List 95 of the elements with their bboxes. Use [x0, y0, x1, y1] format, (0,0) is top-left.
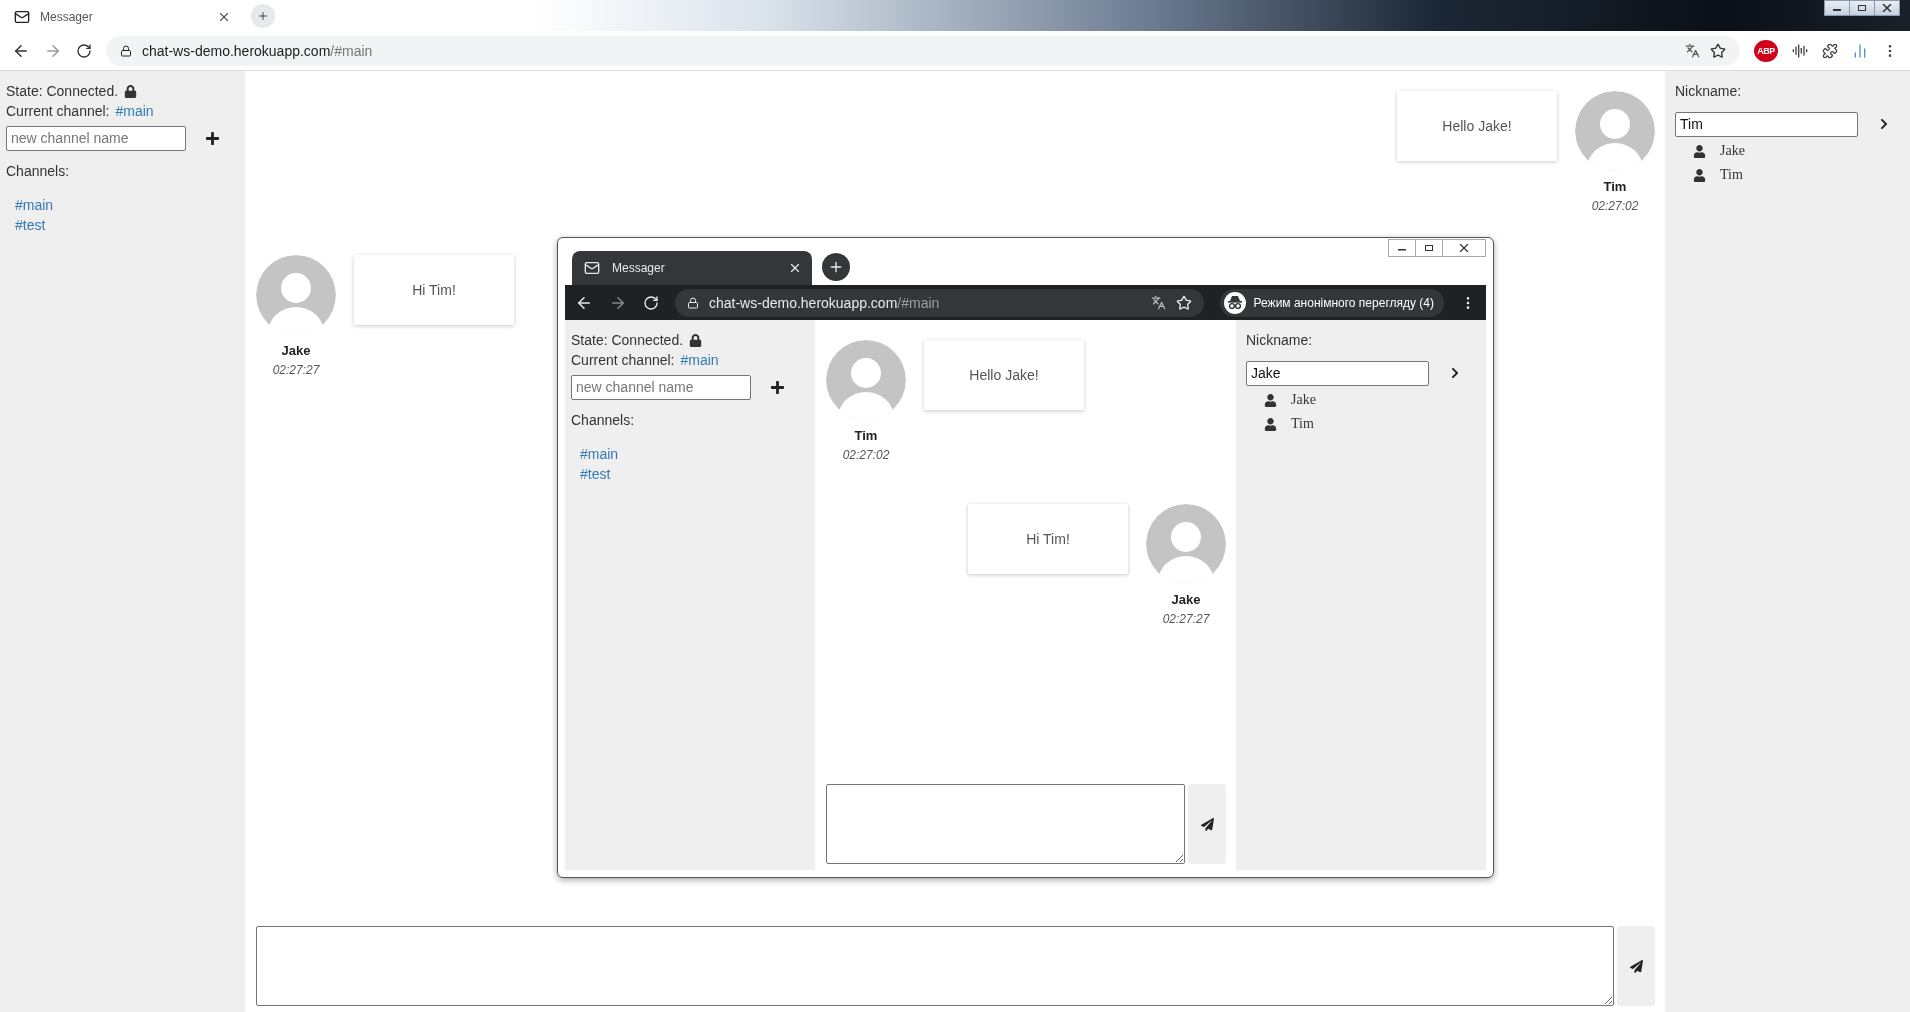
adblock-badge[interactable]: ABP — [1754, 39, 1778, 62]
avatar-icon — [826, 340, 906, 420]
restore-icon — [1857, 4, 1867, 12]
author-name: Jake — [281, 343, 311, 358]
lock-icon — [120, 44, 132, 57]
plus-icon — [769, 379, 785, 395]
channel-link[interactable]: #test — [15, 215, 239, 235]
user-icon — [1693, 144, 1706, 158]
channel-link[interactable]: #main — [580, 444, 809, 464]
message-bubble: Hi Tim! — [354, 255, 514, 325]
author-name: Tim — [1603, 179, 1627, 194]
user-name: Tim — [1720, 167, 1743, 183]
chevron-right-icon — [1878, 118, 1890, 130]
reload-icon — [76, 42, 92, 59]
restore-button[interactable] — [1415, 239, 1443, 257]
minimize-button[interactable] — [1824, 0, 1850, 16]
incognito-icon — [1223, 291, 1246, 314]
message-bubble: Hello Jake! — [1397, 91, 1557, 161]
restore-icon — [1424, 244, 1434, 252]
audio-extension-button[interactable] — [1792, 42, 1808, 59]
incognito-indicator[interactable]: Режим анонімного перегляду (4) — [1219, 288, 1444, 317]
nickname-label: Nickname: — [1246, 332, 1313, 348]
close-tab-button[interactable] — [788, 261, 802, 275]
user-icon — [1693, 168, 1706, 182]
reload-icon — [643, 294, 659, 311]
translate-icon — [1685, 43, 1700, 58]
state-text: State: Connected. — [6, 83, 119, 99]
star-icon — [1710, 42, 1726, 59]
bar-chart-icon — [1852, 42, 1868, 59]
message-time: 02:27:02 — [842, 448, 890, 462]
incognito-label: Режим анонімного перегляду (4) — [1253, 295, 1434, 310]
lock-icon — [687, 296, 699, 309]
address-bar[interactable]: chat-ws-demo.herokuapp.com/#main — [675, 288, 1204, 317]
close-icon — [788, 261, 802, 275]
nickname-label: Nickname: — [1675, 83, 1742, 99]
browser-tab[interactable]: Messager — [572, 251, 812, 285]
close-icon — [1882, 4, 1892, 12]
channel-link[interactable]: #main — [15, 195, 239, 215]
send-button[interactable] — [1617, 926, 1655, 1006]
message-field[interactable] — [256, 926, 1614, 1006]
send-button[interactable] — [1188, 784, 1226, 864]
author-name: Jake — [1171, 592, 1201, 607]
message-bubble: Hi Tim! — [968, 504, 1128, 574]
plus-icon — [204, 130, 220, 146]
envelope-icon — [584, 260, 600, 276]
translate-icon — [1150, 295, 1166, 310]
user-name: Jake — [1720, 143, 1745, 159]
lock-icon — [689, 333, 703, 347]
state-text: State: Connected. — [571, 332, 684, 348]
close-button[interactable] — [1874, 0, 1900, 16]
bookmark-button[interactable] — [1710, 42, 1726, 59]
translate-button[interactable] — [1150, 295, 1166, 310]
nickname-field[interactable]: Jake — [1246, 360, 1429, 386]
current-channel-link[interactable]: #main — [680, 352, 719, 368]
reload-button[interactable] — [76, 42, 92, 59]
plus-icon — [828, 259, 844, 275]
channels-label: Channels: — [6, 163, 71, 181]
tab-title: Messager — [612, 261, 666, 275]
sound-wave-icon — [1792, 42, 1808, 59]
message-field[interactable] — [826, 784, 1185, 864]
tab-title: Messager — [40, 9, 94, 24]
puzzle-icon — [1822, 42, 1838, 59]
restore-button[interactable] — [1849, 0, 1875, 16]
author-name: Tim — [854, 428, 878, 443]
user-name: Jake — [1291, 392, 1316, 408]
chart-extension-button[interactable] — [1852, 42, 1868, 59]
nickname-field[interactable]: Tim — [1675, 111, 1858, 137]
close-icon — [1459, 244, 1469, 252]
avatar-icon — [1146, 504, 1226, 584]
avatar-icon — [1575, 91, 1655, 171]
address-bar[interactable]: chat-ws-demo.herokuapp.com/#main — [106, 35, 1740, 66]
new-tab-button[interactable] — [822, 253, 850, 281]
translate-button[interactable] — [1685, 43, 1700, 58]
send-icon — [1629, 959, 1643, 973]
current-channel-link[interactable]: #main — [115, 103, 154, 119]
user-name: Tim — [1291, 416, 1314, 432]
user-icon — [1264, 393, 1277, 407]
message-time: 02:27:27 — [272, 363, 320, 377]
send-icon — [1200, 817, 1214, 831]
current-channel-label: Current channel: — [6, 103, 110, 119]
message-bubble: Hello Jake! — [924, 340, 1084, 410]
new-channel-field[interactable]: new channel name — [6, 125, 186, 151]
star-icon — [1175, 294, 1192, 311]
current-channel-label: Current channel: — [571, 352, 675, 368]
avatar-icon — [256, 255, 336, 335]
envelope-icon — [14, 8, 30, 25]
message-time: 02:27:27 — [1162, 612, 1210, 626]
user-icon — [1264, 417, 1277, 431]
new-channel-field[interactable]: new channel name — [571, 374, 751, 400]
channels-label: Channels: — [571, 412, 636, 430]
message-time: 02:27:02 — [1591, 199, 1639, 213]
lock-icon — [124, 84, 138, 98]
extensions-button[interactable] — [1822, 42, 1838, 59]
chevron-right-icon — [1449, 367, 1461, 379]
channel-link[interactable]: #test — [580, 464, 809, 484]
